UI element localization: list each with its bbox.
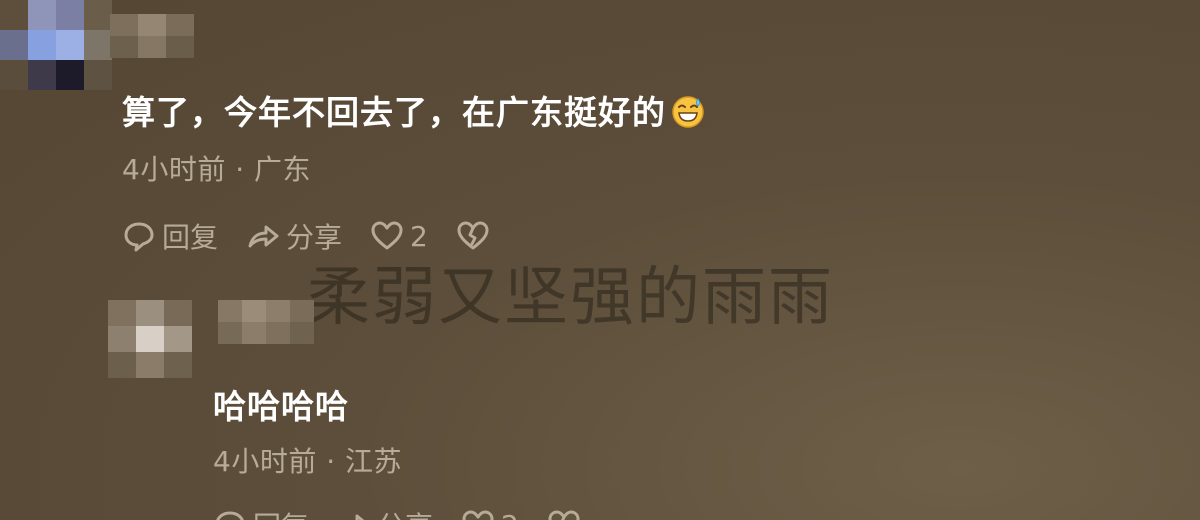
reply-bubble-icon [124, 222, 154, 252]
grinning-sweat-emoji [672, 96, 704, 128]
avatar[interactable] [0, 0, 112, 90]
broken-heart-icon [548, 510, 580, 520]
comment-meta: 4小时前 · 广东 [122, 148, 311, 188]
reply-bubble-icon [216, 511, 244, 520]
reply-button[interactable]: 回复 [122, 216, 218, 256]
comment-actions: 回复 分享 2 [213, 505, 615, 520]
comment-text: 哈哈哈哈 [213, 387, 349, 426]
reply-label: 回复 [162, 221, 219, 254]
timestamp: 4小时前 [122, 153, 226, 186]
username-blurred[interactable] [110, 14, 194, 58]
reply-label: 回复 [253, 505, 309, 520]
like-button[interactable]: 2 [461, 508, 519, 520]
location: 广东 [254, 153, 312, 186]
comment-text: 算了，今年不回去了，在广东挺好的 [122, 86, 706, 134]
reply-button[interactable]: 回复 [213, 505, 309, 520]
watermark: 柔弱又坚强的雨雨 [306, 261, 834, 335]
location: 江苏 [345, 445, 403, 478]
dislike-button[interactable] [547, 508, 587, 520]
heart-icon [462, 510, 494, 520]
meta-separator: · [235, 153, 245, 186]
share-arrow-icon [248, 225, 279, 248]
username-blurred[interactable] [218, 300, 314, 344]
avatar[interactable] [108, 300, 192, 378]
timestamp: 4小时前 [213, 445, 317, 478]
share-label: 分享 [377, 505, 433, 520]
comment-meta: 4小时前 · 江苏 [213, 440, 402, 480]
share-arrow-icon [355, 514, 365, 520]
like-count: 2 [501, 509, 519, 520]
meta-separator: · [326, 445, 336, 478]
share-button[interactable]: 分享 [337, 505, 433, 520]
